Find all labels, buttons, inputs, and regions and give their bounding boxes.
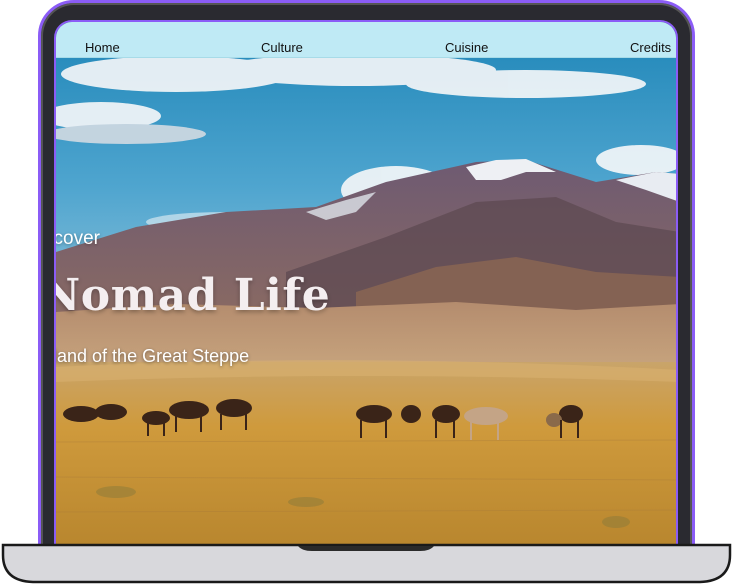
top-navbar: Home Culture Cuisine Credits: [56, 22, 676, 58]
nav-credits-link[interactable]: Credits: [630, 40, 671, 55]
hero-subtitle: e land of the Great Steppe: [54, 346, 250, 366]
browser-screen: scover Nomad Life e land of the Great St…: [54, 20, 678, 546]
laptop-base: [1, 543, 732, 584]
trackpad-notch: [298, 546, 434, 551]
hero-section: scover Nomad Life e land of the Great St…: [56, 22, 676, 544]
nav-cuisine-link[interactable]: Cuisine: [445, 40, 488, 55]
nav-culture-link[interactable]: Culture: [261, 40, 303, 55]
hero-eyebrow: scover: [54, 228, 100, 249]
hero-title: Nomad Life: [54, 270, 331, 321]
nav-home-link[interactable]: Home: [85, 40, 120, 55]
